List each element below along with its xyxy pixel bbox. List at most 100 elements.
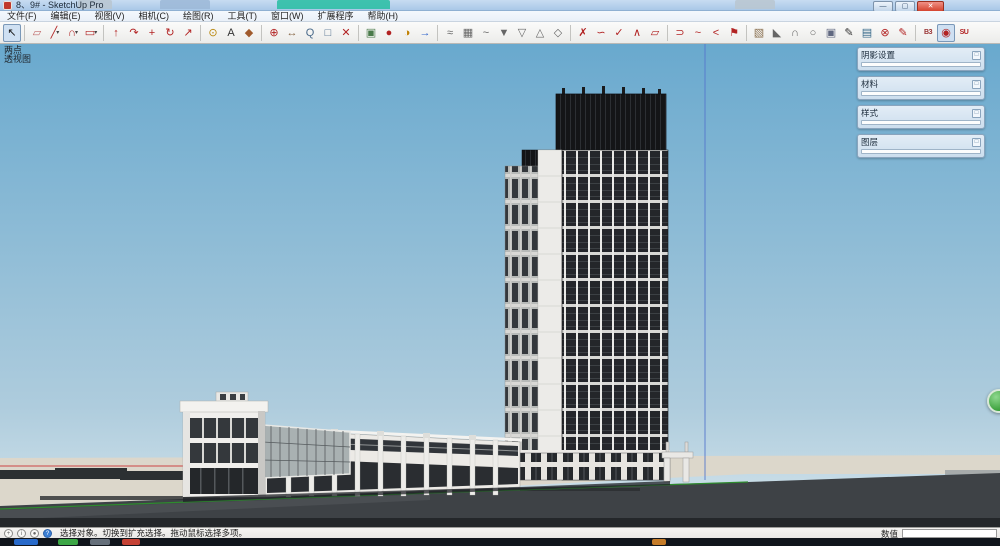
su-components-button-icon[interactable]: SU: [955, 24, 973, 42]
follow-me-tool-icon[interactable]: ↷: [125, 24, 143, 42]
menu-bar: 文件(F)编辑(E)视图(V)相机(C)绘图(R)工具(T)窗口(W)扩展程序帮…: [0, 11, 1000, 22]
extension-warehouse-button-icon[interactable]: ◉: [937, 24, 955, 42]
toolbar-separator: [103, 25, 104, 41]
zoom-extents-tool-icon[interactable]: ✕: [337, 24, 355, 42]
menu-相机[interactable]: 相机(C): [132, 11, 177, 22]
background-window-tab-blue: [160, 0, 210, 9]
angle-tool-icon[interactable]: <: [707, 24, 725, 42]
geolocation-icon[interactable]: +: [4, 529, 13, 538]
help-icon[interactable]: ?: [43, 529, 52, 538]
tray-content-strip[interactable]: [861, 149, 981, 154]
flag-tool-icon[interactable]: ⚑: [725, 24, 743, 42]
toolbar-separator: [437, 25, 438, 41]
eraser-tool-icon[interactable]: ▱: [28, 24, 46, 42]
tray-panel: 图层□: [857, 134, 985, 158]
paint-bucket-tool-icon[interactable]: ◆: [240, 24, 258, 42]
taskbar-text-orange[interactable]: [652, 539, 666, 545]
tray-content-strip[interactable]: [861, 91, 981, 96]
menu-扩展程序[interactable]: 扩展程序: [311, 11, 361, 22]
tray-header[interactable]: 图层□: [861, 137, 981, 147]
peak-tool-icon[interactable]: ∧: [628, 24, 646, 42]
model-viewport[interactable]: 两点 透视图 阴影设置□材料□样式□图层□: [0, 44, 1000, 527]
rotate-tool-icon[interactable]: ↻: [161, 24, 179, 42]
taskbar-icon-green[interactable]: [58, 539, 78, 545]
line-tool-icon[interactable]: ╱▾: [46, 24, 64, 42]
edit-component-tool-icon[interactable]: ✎: [840, 24, 858, 42]
model-scene: [0, 44, 1000, 527]
menu-帮助[interactable]: 帮助(H): [361, 11, 406, 22]
3d-warehouse-button-icon[interactable]: B3: [919, 24, 937, 42]
title-bar[interactable]: 8、9# - SketchUp Pro — ▢ ✕: [0, 0, 1000, 11]
taskbar-icon-gray[interactable]: [90, 539, 110, 545]
hook-curve-tool-icon[interactable]: ⊃: [671, 24, 689, 42]
sandbox-from-contours-tool-icon[interactable]: ≈: [441, 24, 459, 42]
quad-face-tool-icon[interactable]: ▱: [646, 24, 664, 42]
sandbox-smoove-tool-icon[interactable]: ~: [477, 24, 495, 42]
tray-collapse-button[interactable]: □: [972, 138, 981, 147]
tray-collapse-button[interactable]: □: [972, 109, 981, 118]
match-photo-tool-icon[interactable]: ◑: [398, 24, 416, 42]
user-icon[interactable]: ●: [30, 529, 39, 538]
solid-box-tool-icon[interactable]: ▧: [750, 24, 768, 42]
window-title: 8、9# - SketchUp Pro: [16, 0, 104, 11]
tray-panel: 样式□: [857, 105, 985, 129]
menu-视图[interactable]: 视图(V): [88, 11, 132, 22]
arc-tool-icon[interactable]: ∩▾: [64, 24, 82, 42]
taskbar-icon-red[interactable]: [122, 539, 140, 545]
tray-header[interactable]: 样式□: [861, 108, 981, 118]
sandbox-drape-tool-icon[interactable]: ▽: [513, 24, 531, 42]
toolbar-separator: [358, 25, 359, 41]
arc-curve-tool-icon[interactable]: ✓: [610, 24, 628, 42]
toolbar-separator: [200, 25, 201, 41]
scale-tool-icon[interactable]: ↗: [179, 24, 197, 42]
tray-panel: 材料□: [857, 76, 985, 100]
geo-location-tool-icon[interactable]: ●: [380, 24, 398, 42]
zoom-tool-icon[interactable]: Q: [301, 24, 319, 42]
library-tool-icon[interactable]: ▤: [858, 24, 876, 42]
select-tool-icon[interactable]: ↖: [3, 24, 21, 42]
menu-绘图[interactable]: 绘图(R): [176, 11, 221, 22]
weld-tool-icon[interactable]: ✗: [574, 24, 592, 42]
image-tool-icon[interactable]: ▣: [362, 24, 380, 42]
move-tool-icon[interactable]: +: [143, 24, 161, 42]
tray-content-strip[interactable]: [861, 120, 981, 125]
protractor-tool-icon[interactable]: ◣: [768, 24, 786, 42]
tray-content-strip[interactable]: [861, 62, 981, 67]
sandbox-from-scratch-tool-icon[interactable]: ▦: [459, 24, 477, 42]
orbit-tool-icon[interactable]: ⊕: [265, 24, 283, 42]
export-tool-icon[interactable]: →: [416, 24, 434, 42]
component-boxes-tool-icon[interactable]: ▣: [822, 24, 840, 42]
sandbox-stamp-tool-icon[interactable]: ▼: [495, 24, 513, 42]
sandbox-flip-edge-tool-icon[interactable]: ◇: [549, 24, 567, 42]
freehand-curve-tool-icon[interactable]: ~: [689, 24, 707, 42]
push-pull-tool-icon[interactable]: ↑: [107, 24, 125, 42]
toolbar-separator: [746, 25, 747, 41]
dome-tool-icon[interactable]: ∩: [786, 24, 804, 42]
toolbar: ↖▱╱▾∩▾▭▾↑↷+↻↗⊙A◆⊕↔Q□✕▣●◑→≈▦~▼▽△◇✗∽✓∧▱⊃~<…: [0, 22, 1000, 44]
windows-taskbar[interactable]: [0, 538, 1000, 546]
cylinder-tool-icon[interactable]: ○: [804, 24, 822, 42]
start-orb-fragment[interactable]: [14, 539, 38, 545]
sketchup-window: 8、9# - SketchUp Pro — ▢ ✕ 文件(F)编辑(E)视图(V…: [0, 0, 1000, 546]
tray-header[interactable]: 材料□: [861, 79, 981, 89]
tray-collapse-button[interactable]: □: [972, 80, 981, 89]
marker-pen-tool-icon[interactable]: ✎: [894, 24, 912, 42]
menu-文件[interactable]: 文件(F): [0, 11, 44, 22]
compass-tool-icon[interactable]: ⊗: [876, 24, 894, 42]
measurements-input[interactable]: [902, 529, 997, 538]
text-tool-icon[interactable]: A: [222, 24, 240, 42]
toolbar-separator: [24, 25, 25, 41]
menu-窗口[interactable]: 窗口(W): [264, 11, 311, 22]
sandbox-add-detail-tool-icon[interactable]: △: [531, 24, 549, 42]
credit-icon[interactable]: i: [17, 529, 26, 538]
zoom-window-tool-icon[interactable]: □: [319, 24, 337, 42]
tray-header[interactable]: 阴影设置□: [861, 50, 981, 60]
menu-编辑[interactable]: 编辑(E): [44, 11, 88, 22]
bezier-curve-tool-icon[interactable]: ∽: [592, 24, 610, 42]
menu-工具[interactable]: 工具(T): [221, 11, 265, 22]
rectangle-tool-icon[interactable]: ▭▾: [82, 24, 100, 42]
tray-collapse-button[interactable]: □: [972, 51, 981, 60]
tape-measure-tool-icon[interactable]: ⊙: [204, 24, 222, 42]
tray-panel: 阴影设置□: [857, 47, 985, 71]
pan-tool-icon[interactable]: ↔: [283, 24, 301, 42]
